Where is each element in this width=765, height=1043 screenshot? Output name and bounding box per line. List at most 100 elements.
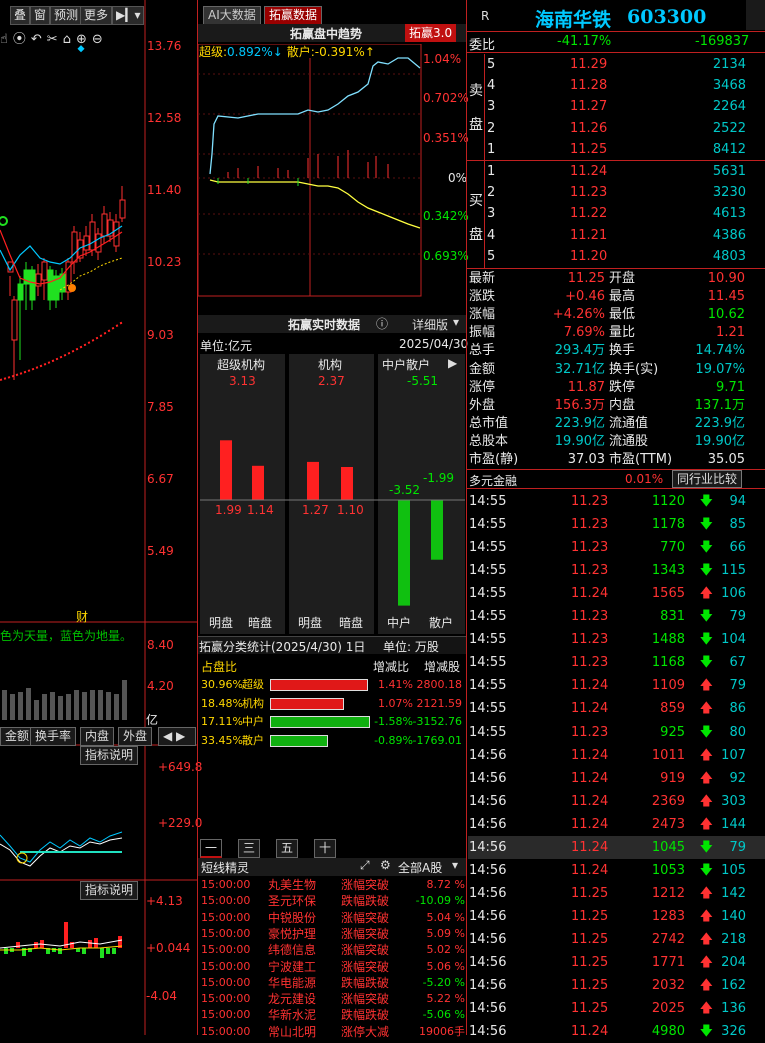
wizard-row[interactable]: 15:00:00 纬德信息 涨幅突破 5.02 % [200, 942, 465, 959]
tab-5day[interactable]: 五日 [276, 839, 299, 872]
stat-value: 19.90亿 [694, 433, 745, 449]
tick-row[interactable]: 14:56 11.24 1011 🡅 107 [468, 744, 765, 767]
tick-row[interactable]: 14:56 11.25 1771 🡅 204 [468, 951, 765, 974]
sell-level-row[interactable]: 1 11.25 8412 [468, 139, 765, 160]
sell-level-row[interactable]: 2 11.26 2522 [468, 118, 765, 139]
tab-turnover[interactable]: 换手率 [30, 727, 77, 746]
info-icon[interactable]: ⓘ [376, 315, 388, 332]
tick-row[interactable]: 14:56 11.25 2025 🡅 136 [468, 997, 765, 1020]
indicator-bar [4, 948, 8, 954]
expand-icon[interactable]: ⤢ [360, 858, 370, 873]
tab-amount[interactable]: 金额 [0, 727, 35, 746]
tab-tuoying-data[interactable]: 拓赢数据 [264, 6, 323, 25]
chevron-down-icon[interactable]: ▾ [452, 858, 458, 872]
indicator-help-button-2[interactable]: 指标说明 [80, 881, 139, 900]
buy-level-row[interactable]: 4 11.21 4386 [468, 225, 765, 246]
trend-badge[interactable]: 拓赢3.0 [405, 24, 457, 42]
wizard-time: 15:00:00 [201, 894, 251, 908]
tick-row[interactable]: 14:56 11.25 2742 🡅 218 [468, 928, 765, 951]
classify-row[interactable]: 18.48% 机构 1.07% 2121.59 [200, 695, 465, 713]
classify-name: 超级 [242, 678, 264, 691]
tick-row[interactable]: 14:55 11.23 1120 🡇 94 [468, 490, 765, 513]
wizard-row[interactable]: 15:00:00 圣元环保 跌幅跌破 -10.09 % [200, 893, 465, 910]
tick-row[interactable]: 14:56 11.25 2032 🡅 162 [468, 974, 765, 997]
tick-row[interactable]: 14:55 11.23 1343 🡇 115 [468, 559, 765, 582]
classify-row[interactable]: 30.96% 超级 1.41% 2800.18 [200, 676, 465, 694]
tab-inner[interactable]: 内盘 [80, 727, 115, 746]
tick-price: 11.24 [571, 701, 609, 717]
wizard-row[interactable]: 15:00:00 宁波建工 涨幅突破 5.06 % [200, 959, 465, 976]
sell-level-row[interactable]: 4 11.28 3468 [468, 75, 765, 96]
tick-row[interactable]: 14:56 11.24 1045 🡇 79 [468, 835, 765, 859]
tab-3day[interactable]: 三日 [238, 839, 261, 872]
wizard-row[interactable]: 15:00:00 龙元建设 涨幅突破 5.22 % [200, 991, 465, 1008]
tick-volume: 2025 [651, 1001, 685, 1017]
buy-level-row[interactable]: 5 11.20 4803 [468, 246, 765, 267]
tick-count: 140 [721, 908, 746, 924]
tick-row[interactable]: 14:56 11.24 2369 🡅 303 [468, 790, 765, 813]
indicator-help-button[interactable]: 指标说明 [80, 746, 139, 765]
tick-row[interactable]: 14:56 11.24 4980 🡇 326 [468, 1020, 765, 1043]
wizard-filter[interactable]: 全部A股 [398, 859, 442, 876]
wizard-row[interactable]: 15:00:00 华电能源 跌幅跌破 -5.20 % [200, 975, 465, 992]
sell-level-row[interactable]: 5 11.29 2134 [468, 54, 765, 75]
tab-1day[interactable]: 一日 [200, 839, 223, 872]
classify-row[interactable]: 33.45% 散户 -0.89% -1769.01 [200, 732, 465, 750]
tick-row[interactable]: 14:55 11.24 1109 🡅 79 [468, 674, 765, 697]
buy-level-row[interactable]: 1 11.24 5631 [468, 161, 765, 182]
classify-row[interactable]: 17.11% 中户 -1.58% -3152.76 [200, 713, 465, 731]
wizard-event: 涨幅突破 [341, 878, 390, 892]
right-scrollbar[interactable] [746, 0, 765, 30]
tick-count: 67 [729, 655, 746, 671]
wizard-row[interactable]: 15:00:00 常山北明 涨停大减 19006手 [200, 1024, 465, 1041]
buy-level-row[interactable]: 2 11.23 3230 [468, 182, 765, 203]
detail-dropdown[interactable]: 详细版 [412, 316, 448, 333]
wizard-value: 19006手 [419, 1024, 465, 1038]
tick-row[interactable]: 14:55 11.23 1488 🡇 104 [468, 628, 765, 651]
tick-row[interactable]: 14:55 11.23 1178 🡇 85 [468, 513, 765, 536]
wizard-row[interactable]: 15:00:00 丸美生物 涨幅突破 8.72 % [200, 877, 465, 894]
tick-row[interactable]: 14:55 11.23 1168 🡇 67 [468, 651, 765, 674]
tab-scroll-icon[interactable]: ◀ ▶ [158, 727, 196, 746]
wizard-row[interactable]: 15:00:00 中锐股份 涨幅突破 5.04 % [200, 910, 465, 927]
wizard-event: 跌幅跌破 [341, 894, 390, 909]
tick-row[interactable]: 14:56 11.25 1212 🡅 142 [468, 882, 765, 905]
down-arrow-icon: 🡇 [699, 724, 713, 740]
tick-row[interactable]: 14:55 11.23 770 🡇 66 [468, 536, 765, 559]
stat-value: 9.71 [716, 379, 745, 395]
finance-marker[interactable]: 财 [76, 608, 88, 625]
wizard-event: 涨幅突破 [341, 926, 390, 941]
tick-row[interactable]: 14:56 11.24 2473 🡅 144 [468, 813, 765, 836]
wizard-stock: 豪悦护理 [268, 926, 317, 941]
stat-label: 涨幅 [469, 307, 496, 323]
down-arrow-icon: 🡇 [699, 563, 713, 579]
gear-icon[interactable]: ⚙ [380, 858, 391, 872]
volume-bar [42, 694, 47, 720]
quote-stat-row: 涨幅 +4.26% 最低 10.62 [468, 306, 765, 324]
tick-row[interactable]: 14:55 11.23 831 🡇 79 [468, 605, 765, 628]
up-arrow-icon: 🡅 [699, 908, 713, 924]
tick-price: 11.23 [571, 724, 609, 740]
tick-row[interactable]: 14:56 11.24 1053 🡇 105 [468, 859, 765, 882]
chevron-down-icon[interactable]: ▾ [453, 315, 459, 329]
tick-price: 11.24 [571, 816, 609, 832]
sector-name[interactable]: 多元金融 [469, 472, 517, 489]
tick-row[interactable]: 14:56 11.24 919 🡅 92 [468, 767, 765, 790]
tab-outer[interactable]: 外盘 [118, 727, 153, 746]
tick-row[interactable]: 14:55 11.24 859 🡅 86 [468, 697, 765, 720]
level-vol: 8412 [712, 141, 746, 157]
wizard-row[interactable]: 15:00:00 华新水泥 跌幅跌破 -5.06 % [200, 1007, 465, 1024]
wizard-event: 涨幅突破 [341, 910, 390, 925]
wizard-row[interactable]: 15:00:00 豪悦护理 涨幅突破 5.09 % [200, 926, 465, 943]
tab-ai-data[interactable]: AI大数据 [203, 6, 261, 25]
sell-level-row[interactable]: 3 11.27 2264 [468, 96, 765, 117]
tab-10day[interactable]: 十日 [314, 839, 337, 872]
price-tick: 5.49 [147, 544, 174, 558]
tick-row[interactable]: 14:55 11.23 925 🡇 80 [468, 721, 765, 744]
buy-level-row[interactable]: 3 11.22 4613 [468, 203, 765, 224]
sector-compare-button[interactable]: 同行业比较 [672, 470, 743, 488]
tick-row[interactable]: 14:55 11.24 1565 🡅 106 [468, 582, 765, 605]
quote-stat-row: 振幅 7.69% 量比 1.21 [468, 324, 765, 342]
indicator-line [0, 831, 123, 863]
tick-row[interactable]: 14:56 11.25 1283 🡅 140 [468, 905, 765, 928]
